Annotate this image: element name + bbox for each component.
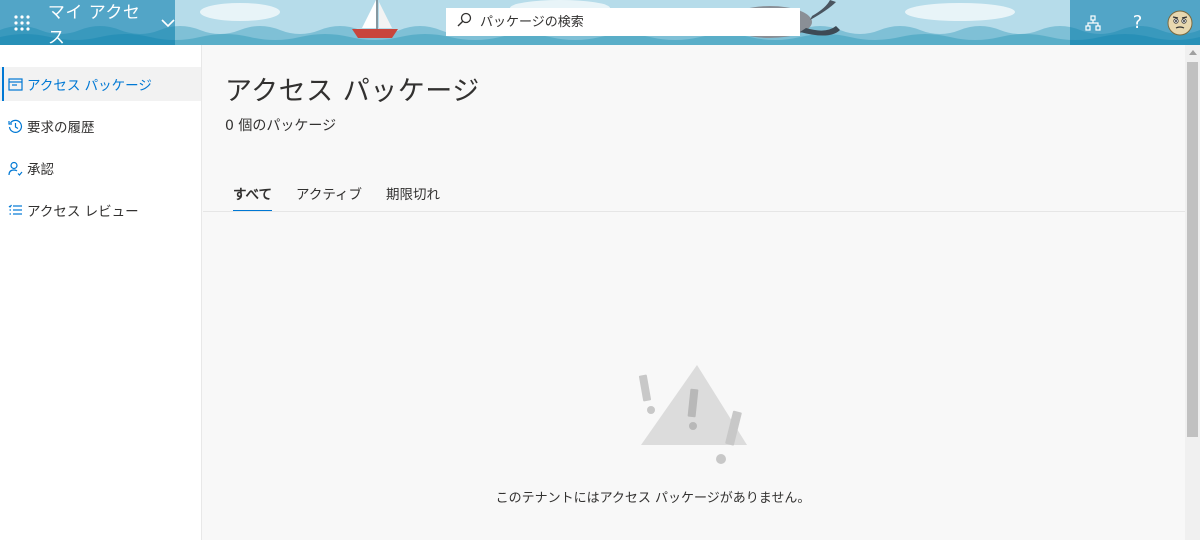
package-icon: [7, 76, 23, 92]
header-tools: ?: [1070, 0, 1200, 45]
top-bar: マイ アクセス ?: [0, 0, 1200, 45]
search-box[interactable]: [446, 8, 800, 36]
scroll-thumb[interactable]: [1187, 62, 1198, 437]
app-launcher-area: マイ アクセス: [0, 0, 175, 45]
tab-active[interactable]: アクティブ: [296, 183, 362, 212]
vertical-scrollbar[interactable]: [1185, 45, 1200, 540]
sidebar-item-label: 承認: [27, 162, 54, 178]
tab-expired[interactable]: 期限切れ: [386, 183, 440, 212]
sidebar: アクセス パッケージ 要求の履歴 承認 アクセス レビュー: [0, 45, 202, 540]
empty-state-message: このテナントにはアクセス パッケージがありません。: [495, 491, 811, 506]
review-list-icon: [7, 202, 23, 218]
person-check-icon: [7, 160, 23, 176]
tab-divider: [203, 211, 1185, 212]
history-icon: [7, 118, 23, 134]
sidebar-item-request-history[interactable]: 要求の履歴: [0, 109, 201, 143]
main-content: アクセス パッケージ 0 個のパッケージ すべて アクティブ 期限切れ このテナ…: [203, 45, 1185, 540]
app-title[interactable]: マイ アクセス: [48, 0, 155, 46]
package-count: 0 個のパッケージ: [225, 118, 337, 134]
search-input[interactable]: [480, 14, 780, 30]
chevron-down-icon[interactable]: [161, 18, 175, 28]
sidebar-item-approvals[interactable]: 承認: [0, 151, 201, 185]
sidebar-item-label: アクセス レビュー: [27, 204, 139, 220]
help-icon[interactable]: ?: [1115, 0, 1160, 45]
scroll-up-arrow-icon[interactable]: [1189, 50, 1197, 55]
warning-illustration-icon: [638, 365, 747, 464]
tab-all[interactable]: すべて: [233, 183, 273, 212]
sidebar-item-access-packages[interactable]: アクセス パッケージ: [0, 67, 201, 101]
tab-bar: すべて アクティブ 期限切れ: [233, 183, 464, 212]
sidebar-item-label: アクセス パッケージ: [27, 78, 152, 94]
page-title: アクセス パッケージ: [225, 76, 480, 107]
sidebar-item-access-reviews[interactable]: アクセス レビュー: [0, 193, 201, 227]
waffle-icon[interactable]: [0, 0, 44, 45]
sidebar-item-label: 要求の履歴: [27, 120, 95, 136]
org-chart-icon[interactable]: [1070, 0, 1115, 45]
avatar[interactable]: [1160, 0, 1200, 45]
search-icon: [456, 12, 472, 32]
